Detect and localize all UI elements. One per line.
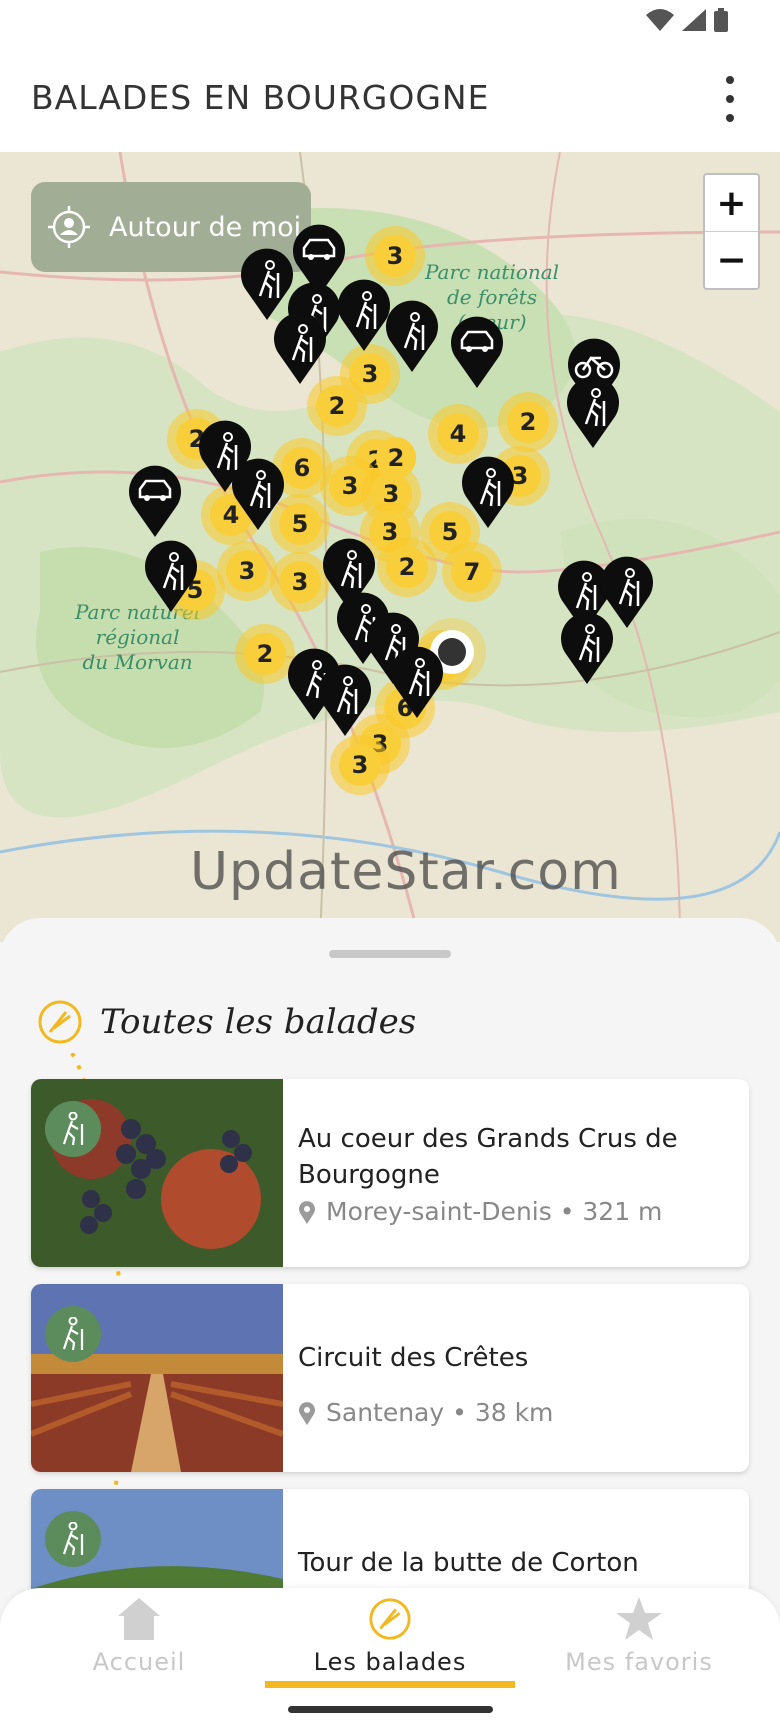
map-cluster[interactable]: 2 (376, 437, 416, 479)
walk-pin-icon[interactable] (461, 456, 515, 528)
app-bar: BALADES EN BOURGOGNE (0, 44, 780, 152)
gesture-bar (288, 1706, 493, 1713)
walk-pin-icon[interactable] (318, 664, 372, 736)
walk-type-badge (45, 1511, 101, 1567)
nav-label: Mes favoris (565, 1648, 713, 1676)
map-cluster[interactable]: 2 (498, 392, 558, 452)
hiker-icon (62, 1112, 84, 1146)
section-title: Toutes les balades (100, 1002, 417, 1042)
map-cluster[interactable]: 3 (365, 226, 425, 286)
walk-pin-icon[interactable] (337, 279, 391, 351)
walk-pin-icon[interactable] (390, 646, 444, 718)
nav-item-les-balades[interactable]: Les balades (265, 1596, 515, 1676)
map-cluster[interactable]: 2 (235, 624, 295, 684)
walk-card-location: Morey-saint-Denis • 321 m (298, 1197, 662, 1226)
nav-label: Les balades (313, 1648, 467, 1676)
map-cluster[interactable]: 4 (428, 404, 488, 464)
compass-icon (369, 1598, 411, 1640)
section-header: Toutes les balades (36, 998, 416, 1046)
zoom-in-button[interactable]: + (705, 175, 758, 232)
map-cluster[interactable]: 7 (442, 542, 502, 602)
nav-item-mes-favoris[interactable]: Mes favoris (514, 1596, 764, 1676)
walk-pin-icon[interactable] (566, 376, 620, 448)
watermark-text: UpdateStar.com (190, 842, 622, 902)
home-icon (118, 1598, 160, 1640)
app-title: BALADES EN BOURGOGNE (31, 78, 490, 117)
around-me-label: Autour de moi (109, 211, 302, 243)
walk-pin-icon[interactable] (144, 540, 198, 612)
nav-item-accueil[interactable]: Accueil (14, 1596, 264, 1676)
zoom-control: + − (703, 173, 760, 290)
map[interactable]: Autour de moi + − Parc national de forêt… (0, 152, 780, 942)
walk-card-title: Au coeur des Grands Crus de Bourgogne (298, 1124, 678, 1190)
map-cluster[interactable]: 2 (307, 376, 367, 436)
walk-card-title: Tour de la butte de Corton (298, 1548, 639, 1578)
nav-label: Accueil (92, 1648, 186, 1676)
map-cluster[interactable]: 2 (377, 537, 437, 597)
sheet-drag-handle[interactable] (329, 950, 451, 958)
active-tab-indicator (265, 1681, 515, 1688)
zoom-out-button[interactable]: − (705, 232, 758, 289)
walk-card[interactable]: Au coeur des Grands Crus de Bourgogne Mo… (31, 1079, 749, 1267)
walk-card-title: Circuit des Crêtes (298, 1343, 529, 1373)
walk-type-badge (45, 1306, 101, 1362)
car-pin-icon[interactable] (128, 465, 182, 537)
map-cluster[interactable]: 3 (217, 541, 277, 601)
walk-pin-icon[interactable] (240, 248, 294, 320)
battery-icon (714, 8, 728, 32)
walk-card[interactable]: Circuit des Crêtes Santenay • 38 km (31, 1284, 749, 1472)
map-cluster[interactable]: 3 (330, 735, 390, 795)
signal-icon (682, 9, 706, 31)
walk-type-badge (45, 1101, 101, 1157)
star-icon (616, 1597, 662, 1640)
walk-card-location: Santenay • 38 km (298, 1398, 553, 1427)
location-pin-icon (299, 1200, 315, 1224)
walk-pin-icon[interactable] (560, 612, 614, 684)
compass-icon (38, 1000, 82, 1044)
location-pin-icon (299, 1401, 315, 1425)
walk-pin-icon[interactable] (273, 312, 327, 384)
map-cluster[interactable]: 3 (270, 552, 330, 612)
status-bar (0, 0, 780, 44)
hiker-icon (62, 1317, 84, 1351)
bottom-navigation: Accueil Les balades Mes favoris (0, 1588, 780, 1733)
car-pin-icon[interactable] (450, 316, 504, 388)
hiker-icon (62, 1522, 84, 1556)
walk-pin-icon[interactable] (231, 458, 285, 530)
crosshair-icon (48, 206, 90, 248)
wifi-icon (646, 9, 674, 31)
walk-pin-icon[interactable] (385, 300, 439, 372)
overflow-menu-button[interactable] (720, 76, 740, 122)
